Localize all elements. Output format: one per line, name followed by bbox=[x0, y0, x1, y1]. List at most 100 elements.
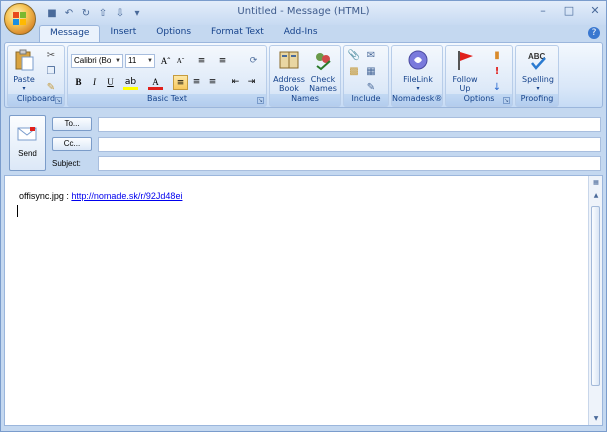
subject-label: Subject: bbox=[52, 159, 81, 168]
decrease-indent-icon[interactable]: ⇤ bbox=[228, 75, 243, 90]
text-cursor bbox=[17, 205, 18, 217]
font-size-combo[interactable]: 11 ▼ bbox=[125, 54, 155, 68]
business-card-icon[interactable]: ▩ bbox=[347, 65, 361, 79]
address-book-icon bbox=[279, 51, 299, 69]
tab-add-ins[interactable]: Add-Ins bbox=[274, 25, 328, 43]
nomadesk-group: FileLink ▾ Nomadesk® bbox=[391, 45, 443, 107]
close-icon[interactable]: ✕ bbox=[588, 4, 602, 18]
names-group-label: Names bbox=[270, 94, 340, 106]
clear-formatting-icon[interactable]: ⟳ bbox=[246, 54, 261, 69]
cc-button[interactable]: Cc... bbox=[52, 137, 92, 151]
include-group: 📎 ✉ ▩ ▦ ✎ Include bbox=[343, 45, 389, 107]
basic-text-launcher-icon[interactable]: ↘ bbox=[257, 97, 264, 104]
cc-field[interactable] bbox=[98, 137, 601, 152]
format-painter-icon[interactable]: ✎ bbox=[44, 81, 58, 95]
title-bar: ■ ↶ ↻ ⇧ ⇩ ▾ Untitled - Message (HTML) – … bbox=[1, 1, 606, 25]
tab-options[interactable]: Options bbox=[146, 25, 201, 43]
check-names-icon bbox=[316, 53, 331, 71]
flag-icon bbox=[458, 51, 473, 70]
office-button[interactable] bbox=[4, 3, 36, 35]
chevron-down-icon: ▼ bbox=[115, 58, 121, 64]
maximize-icon[interactable]: □ bbox=[562, 4, 576, 18]
proofing-group-label: Proofing bbox=[516, 94, 558, 106]
highlight-icon[interactable]: ab bbox=[123, 75, 138, 90]
office-logo-icon bbox=[13, 12, 27, 26]
font-name-combo[interactable]: Calibri (Bo ▼ bbox=[71, 54, 123, 68]
proofing-group: ABC Spelling ▾ Proofing bbox=[515, 45, 559, 107]
window-title: Untitled - Message (HTML) bbox=[237, 6, 370, 17]
attach-file-icon[interactable]: 📎 bbox=[347, 49, 361, 63]
to-field[interactable] bbox=[98, 117, 601, 132]
address-book-label: Address Book bbox=[273, 75, 305, 93]
help-icon[interactable]: ? bbox=[588, 27, 600, 39]
filelink-button[interactable]: FileLink ▾ bbox=[394, 49, 442, 93]
options-group: Follow Up ▾ ▮ ! ↓ Options ↘ bbox=[445, 45, 513, 107]
outlook-message-window: ■ ↶ ↻ ⇧ ⇩ ▾ Untitled - Message (HTML) – … bbox=[0, 0, 607, 432]
follow-up-label: Follow Up bbox=[452, 75, 478, 93]
filelink-icon bbox=[408, 50, 428, 70]
window-controls: – □ ✕ bbox=[536, 4, 602, 18]
scroll-thumb[interactable] bbox=[591, 206, 600, 386]
clipboard-group: Paste ▾ ✂ ❐ ✎ Clipboard ↘ bbox=[7, 45, 65, 107]
include-group-label: Include bbox=[344, 94, 388, 106]
signature-icon[interactable]: ✎ bbox=[364, 81, 378, 95]
attachment-name: offisync.jpg : bbox=[19, 191, 72, 201]
font-color-icon[interactable]: A bbox=[148, 75, 163, 90]
basic-text-group-label: Basic Text bbox=[68, 94, 266, 106]
copy-icon[interactable]: ❐ bbox=[44, 65, 58, 79]
spelling-label: Spelling bbox=[522, 75, 554, 84]
spelling-button[interactable]: ABC Spelling ▾ bbox=[518, 49, 558, 93]
numbering-icon[interactable]: ≡ bbox=[215, 54, 230, 69]
scroll-up-icon[interactable]: ▲ bbox=[590, 190, 602, 201]
send-icon bbox=[17, 127, 36, 141]
attach-item-icon[interactable]: ✉ bbox=[364, 49, 378, 63]
align-left-button[interactable]: ≡ bbox=[173, 75, 188, 90]
check-names-button[interactable]: Check Names bbox=[306, 49, 340, 93]
font-size-value: 11 bbox=[128, 56, 137, 65]
clipboard-launcher-icon[interactable]: ↘ bbox=[55, 97, 62, 104]
tab-message[interactable]: Message bbox=[39, 25, 101, 43]
minimize-icon[interactable]: – bbox=[536, 4, 550, 18]
paste-button[interactable]: Paste ▾ bbox=[11, 49, 37, 93]
basic-text-group: Calibri (Bo ▼ 11 ▼ Aˆ Aˇ ≡ ≡ ⟳ B I U ab … bbox=[67, 45, 267, 107]
align-center-button[interactable]: ≡ bbox=[189, 75, 204, 90]
options-launcher-icon[interactable]: ↘ bbox=[503, 97, 510, 104]
high-importance-icon[interactable]: ! bbox=[490, 65, 504, 79]
chevron-down-icon: ▼ bbox=[147, 58, 153, 64]
body-text: offisync.jpg : http://nomade.sk/r/92Jd48… bbox=[19, 191, 182, 201]
address-book-button[interactable]: Address Book bbox=[272, 49, 306, 93]
shrink-font-icon[interactable]: Aˇ bbox=[173, 54, 188, 69]
cut-icon[interactable]: ✂ bbox=[44, 49, 58, 63]
filelink-label: FileLink bbox=[403, 75, 433, 84]
scroll-down-icon[interactable]: ▼ bbox=[590, 413, 602, 424]
to-button[interactable]: To... bbox=[52, 117, 92, 131]
low-importance-icon[interactable]: ↓ bbox=[490, 81, 504, 95]
names-group: Address Book Check Names Names bbox=[269, 45, 341, 107]
send-button[interactable]: Send bbox=[9, 115, 46, 171]
tab-format-text[interactable]: Format Text bbox=[201, 25, 274, 43]
ribbon: Paste ▾ ✂ ❐ ✎ Clipboard ↘ Calibri (Bo ▼ … bbox=[4, 42, 603, 108]
underline-button[interactable]: U bbox=[103, 75, 118, 90]
ribbon-tabs: Message Insert Options Format Text Add-I… bbox=[39, 25, 328, 43]
filelink-url[interactable]: http://nomade.sk/r/92Jd48ei bbox=[71, 191, 182, 201]
message-header: Send To... Cc... Subject: bbox=[4, 109, 603, 175]
increase-indent-icon[interactable]: ⇥ bbox=[244, 75, 259, 90]
spelling-icon: ABC bbox=[528, 52, 546, 70]
calendar-icon[interactable]: ▦ bbox=[364, 65, 378, 79]
bullets-icon[interactable]: ≡ bbox=[194, 54, 209, 69]
nomadesk-group-label: Nomadesk® bbox=[392, 94, 442, 106]
send-label: Send bbox=[18, 149, 37, 158]
message-body[interactable]: offisync.jpg : http://nomade.sk/r/92Jd48… bbox=[4, 175, 603, 426]
tab-insert[interactable]: Insert bbox=[100, 25, 146, 43]
categorize-icon[interactable]: ▮ bbox=[490, 49, 504, 63]
check-names-label: Check Names bbox=[309, 75, 337, 93]
paste-icon bbox=[15, 49, 34, 71]
grow-font-icon[interactable]: Aˆ bbox=[158, 54, 173, 69]
align-right-button[interactable]: ≡ bbox=[205, 75, 220, 90]
subject-field[interactable] bbox=[98, 156, 601, 171]
vertical-scrollbar[interactable]: ▦ ▲ ▼ bbox=[588, 176, 602, 425]
bold-button[interactable]: B bbox=[71, 75, 86, 90]
font-name-value: Calibri (Bo bbox=[74, 56, 112, 65]
italic-button[interactable]: I bbox=[87, 75, 102, 90]
ruler-toggle-icon[interactable]: ▦ bbox=[590, 177, 602, 188]
